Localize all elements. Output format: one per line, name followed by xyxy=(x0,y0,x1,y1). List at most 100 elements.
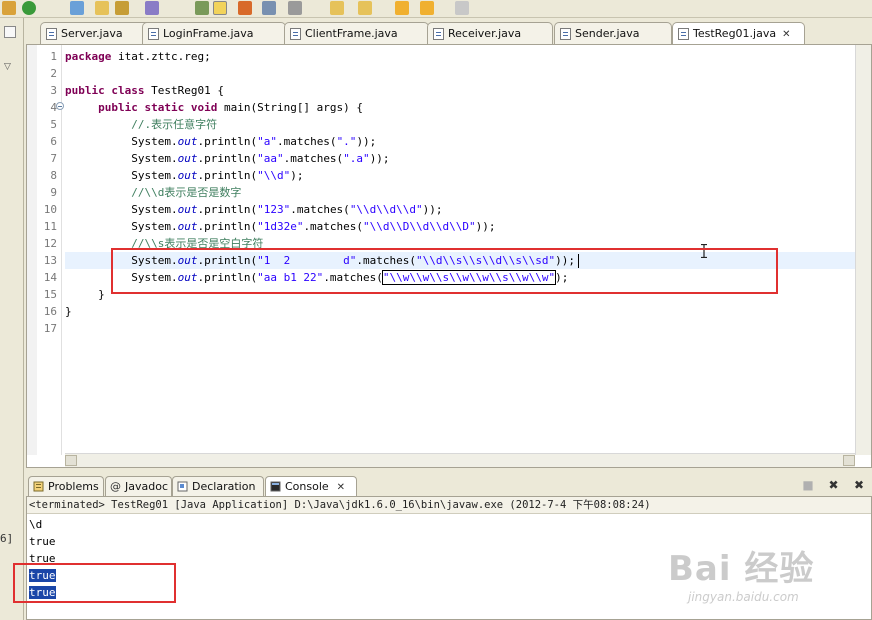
remove-launch-icon[interactable]: ✖ xyxy=(827,478,841,492)
code-line-4: public static void main(String[] args) { xyxy=(98,101,364,114)
line-number-gutter: 1 2 3 4 5 6 7 8 9 10 11 12 13 14 15 16 1… xyxy=(27,45,64,455)
vertical-scrollbar[interactable] xyxy=(855,45,871,455)
main-toolbar xyxy=(0,0,872,18)
back-arrow-icon[interactable] xyxy=(395,1,409,15)
fold-collapse-icon[interactable] xyxy=(56,102,64,110)
tab-sender-java[interactable]: Sender.java xyxy=(554,22,672,44)
tab-declaration[interactable]: Declaration xyxy=(172,476,264,496)
tab-console[interactable]: Console ✕ xyxy=(265,476,357,496)
line-number: 6 xyxy=(50,135,57,148)
tab-testreg01-java[interactable]: TestReg01.java ✕ xyxy=(672,22,805,45)
code-line-3: public class TestReg01 { xyxy=(65,84,224,97)
console-line: \d xyxy=(29,518,43,531)
minimize-icon[interactable] xyxy=(4,26,16,38)
code-line-16: } xyxy=(65,305,72,318)
line-number: 1 xyxy=(50,50,57,63)
watermark-url: jingyan.baidu.com xyxy=(688,590,799,604)
show-whitespace-icon[interactable] xyxy=(262,1,276,15)
tab-label: Javadoc xyxy=(125,480,168,493)
line-number: 15 xyxy=(43,288,57,301)
search-icon[interactable] xyxy=(145,1,159,15)
edit-pencil-icon[interactable] xyxy=(213,1,227,15)
chevron-down-icon[interactable]: ▽ xyxy=(4,62,11,72)
tab-problems[interactable]: Problems xyxy=(28,476,104,496)
open-type-icon[interactable] xyxy=(115,1,129,15)
tab-loginframe-java[interactable]: LoginFrame.java xyxy=(142,22,286,44)
console-toolbar: ■ ✖ ✖ xyxy=(793,478,866,492)
line-number: 13 xyxy=(43,254,57,267)
console-header: <terminated> TestReg01 [Java Application… xyxy=(27,497,871,514)
tab-clientframe-java[interactable]: ClientFrame.java xyxy=(284,22,429,44)
line-number: 7 xyxy=(50,152,57,165)
line-number: 3 xyxy=(50,84,57,97)
toggle-mark-icon[interactable] xyxy=(238,1,252,15)
line-number: 5 xyxy=(50,118,57,131)
tab-label: ClientFrame.java xyxy=(305,27,398,40)
refresh-icon[interactable] xyxy=(22,1,36,15)
line-number: 11 xyxy=(43,220,57,233)
close-icon[interactable]: ✕ xyxy=(782,29,790,40)
left-strip-number: 6] xyxy=(0,532,14,545)
code-line-10: System.out.println("123".matches("\\d\\d… xyxy=(131,203,443,216)
scroll-right-button[interactable] xyxy=(843,455,855,466)
baidu-jingyan-watermark: Bai 经验 jingyan.baidu.com xyxy=(668,541,814,604)
code-line-8: System.out.println("\\d"); xyxy=(131,169,304,182)
forward-arrow-icon[interactable] xyxy=(455,1,469,15)
problems-icon xyxy=(33,481,44,492)
tab-label: LoginFrame.java xyxy=(163,27,254,40)
tab-receiver-java[interactable]: Receiver.java xyxy=(427,22,553,44)
remove-all-icon[interactable]: ✖ xyxy=(852,478,866,492)
block-selection-icon[interactable] xyxy=(288,1,302,15)
code-line-9: //\\d表示是否是数字 xyxy=(131,186,242,199)
open-folder-icon[interactable] xyxy=(95,1,109,15)
line-number: 2 xyxy=(50,67,57,80)
line-number: 9 xyxy=(50,186,57,199)
tab-javadoc[interactable]: @ Javadoc xyxy=(105,476,172,496)
prev-edit-icon[interactable] xyxy=(358,1,372,15)
code-line-7: System.out.println("aa".matches(".a")); xyxy=(131,152,390,165)
line-number: 12 xyxy=(43,237,57,250)
code-line-6: System.out.println("a".matches(".")); xyxy=(131,135,377,148)
terminate-icon[interactable]: ■ xyxy=(801,478,815,492)
scroll-left-button[interactable] xyxy=(65,455,77,466)
at-icon: @ xyxy=(110,480,121,493)
line-number: 16 xyxy=(43,305,57,318)
console-icon xyxy=(270,481,281,492)
console-line: true xyxy=(29,535,56,548)
java-file-icon xyxy=(290,28,301,40)
annotation-box-code xyxy=(111,248,778,294)
bottom-panel-tabs: Problems @ Javadoc Declaration Console ✕ … xyxy=(26,475,872,496)
editor-tab-bar: Server.java LoginFrame.java ClientFrame.… xyxy=(26,21,872,45)
java-file-icon xyxy=(560,28,571,40)
line-number: 14 xyxy=(43,271,57,284)
code-line-1: package itat.zttc.reg; xyxy=(65,50,211,63)
code-line-5: //.表示任意字符 xyxy=(131,118,218,131)
close-icon[interactable]: ✕ xyxy=(337,482,345,493)
package-icon[interactable] xyxy=(2,1,16,15)
declaration-icon xyxy=(177,481,188,492)
watermark-logo: Bai 经验 xyxy=(668,549,815,589)
line-number: 17 xyxy=(43,322,57,335)
tab-server-java[interactable]: Server.java xyxy=(40,22,154,44)
tab-label: Console xyxy=(285,480,329,493)
tab-label: TestReg01.java xyxy=(693,27,777,40)
java-file-icon xyxy=(148,28,159,40)
tab-label: Receiver.java xyxy=(448,27,522,40)
code-line-11: System.out.println("1d32e".matches("\\d\… xyxy=(131,220,496,233)
back-history-icon[interactable] xyxy=(420,1,434,15)
java-file-icon xyxy=(678,28,689,40)
line-number: 8 xyxy=(50,169,57,182)
horizontal-scrollbar[interactable] xyxy=(65,453,855,467)
next-annotation-icon[interactable] xyxy=(195,1,209,15)
tab-label: Problems xyxy=(48,480,99,493)
tab-label: Declaration xyxy=(192,480,256,493)
tab-label: Sender.java xyxy=(575,27,640,40)
annotation-box-console xyxy=(13,563,176,603)
line-number: 4 xyxy=(50,101,57,114)
run-icon[interactable] xyxy=(70,1,84,15)
java-file-icon xyxy=(46,28,57,40)
next-edit-icon[interactable] xyxy=(330,1,344,15)
left-view-strip: ▽ 6] xyxy=(0,18,24,620)
